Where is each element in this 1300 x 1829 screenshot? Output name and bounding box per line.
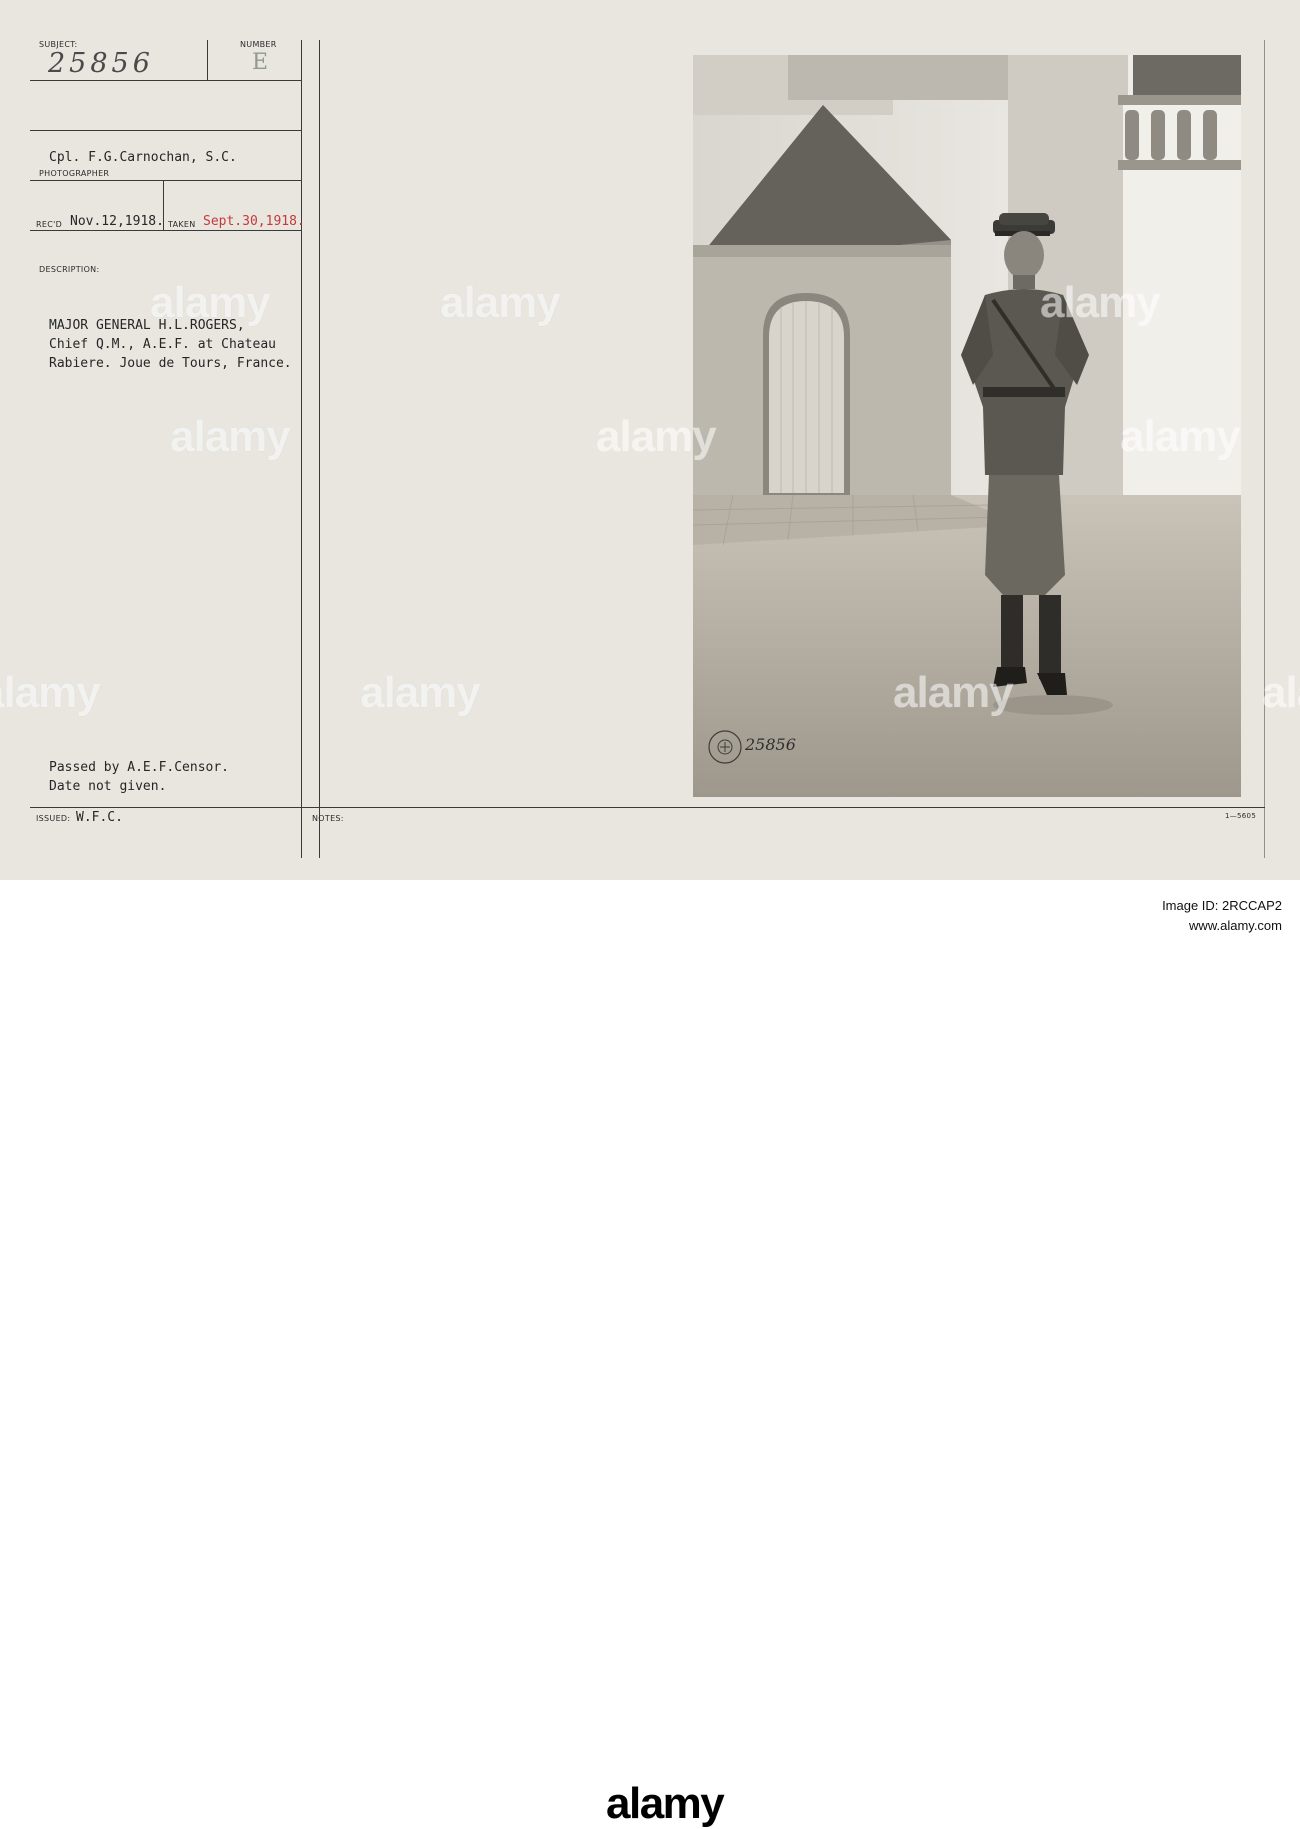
- photographer-label: PHOTOGRAPHER: [39, 169, 110, 178]
- taken-label: TAKEN: [168, 220, 196, 229]
- subject-number-handwritten: 25856: [48, 48, 154, 79]
- photo-number-stamp: 25856: [745, 735, 796, 754]
- form-code: 1—5605: [1225, 812, 1257, 820]
- watermark-6: alamy: [1120, 412, 1241, 461]
- issued-topline: [30, 807, 1265, 808]
- censor-line-2: Date not given.: [49, 779, 167, 794]
- issued-value: W.F.C.: [76, 810, 123, 825]
- recd-date: Nov.12,1918.: [70, 214, 164, 229]
- censor-line-1: Passed by A.E.F.Censor.: [49, 760, 230, 775]
- watermark-8: alamy: [360, 668, 481, 717]
- photographer-topline: [30, 130, 301, 131]
- form-left-column-divider: [301, 40, 302, 858]
- recd-label: REC'D: [36, 220, 63, 229]
- photographer-name: Cpl. F.G.Carnochan, S.C.: [49, 150, 237, 165]
- photographer-underline: [30, 180, 301, 181]
- watermark-9: alamy: [893, 668, 1014, 717]
- watermark-2: alamy: [440, 278, 561, 327]
- archival-record-card: SUBJECT: 25856 NUMBER E Cpl. F.G.Carnoch…: [0, 0, 1300, 880]
- photo-area-left-border: [319, 40, 320, 858]
- description-line-3: Rabiere. Joue de Tours, France.: [49, 356, 292, 371]
- watermark-7: alamy: [0, 668, 101, 717]
- description-label: DESCRIPTION:: [39, 265, 100, 274]
- taken-date: Sept.30,1918.: [203, 214, 305, 229]
- watermark-3: alamy: [1040, 278, 1161, 327]
- notes-label: NOTES:: [312, 814, 344, 823]
- watermark-4: alamy: [170, 412, 291, 461]
- stock-footer: alamy Image ID: 2RCCAP2 www.alamy.com: [0, 880, 1300, 1828]
- watermark-1: alamy: [150, 278, 271, 327]
- subject-underline: [30, 80, 301, 81]
- number-label: NUMBER: [240, 40, 277, 49]
- watermark-5: alamy: [596, 412, 717, 461]
- description-line-2: Chief Q.M., A.E.F. at Chateau: [49, 337, 276, 352]
- number-stamp: E: [252, 50, 269, 75]
- site-url: www.alamy.com: [1189, 918, 1282, 933]
- card-right-border: [1264, 40, 1265, 858]
- recd-underline: [30, 230, 301, 231]
- watermark-10: alamy: [1262, 668, 1300, 717]
- alamy-logo: alamy: [606, 1779, 725, 1828]
- issued-label: ISSUED:: [36, 814, 71, 823]
- image-id: Image ID: 2RCCAP2: [1162, 898, 1282, 913]
- subject-number-divider: [207, 40, 208, 80]
